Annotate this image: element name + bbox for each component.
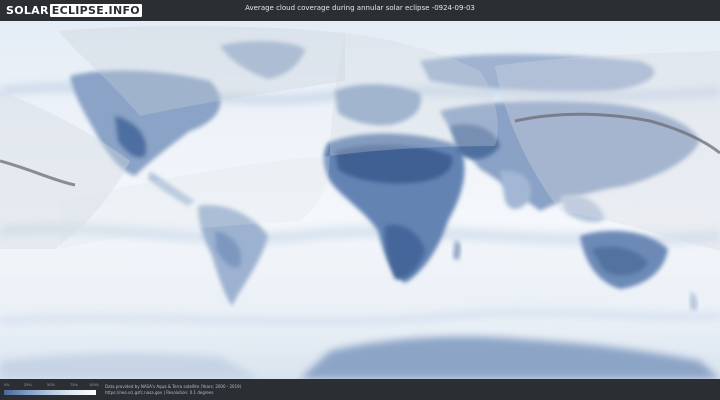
legend-tick-50: 50% (47, 383, 55, 387)
solar-eclipse-logo[interactable]: SOLAR ECLIPSE.INFO (6, 3, 142, 18)
legend-tick-100: 100% (89, 383, 100, 387)
credit-line-2[interactable]: https://neo.sci.gsfc.nasa.gov | Resoluti… (105, 390, 241, 396)
footer-bar: 0% 25% 50% 75% 100% Data provided by NAS… (0, 379, 720, 400)
legend-tick-labels: 0% 25% 50% 75% 100% (4, 383, 100, 389)
page-title: Average cloud coverage during annular so… (245, 4, 475, 12)
logo-eclipse-text: ECLIPSE.INFO (49, 4, 142, 17)
world-map-svg (0, 21, 720, 379)
legend-tick-75: 75% (70, 383, 78, 387)
logo-solar-text: SOLAR (6, 4, 49, 17)
legend-tick-25: 25% (24, 383, 32, 387)
header-bar: SOLAR ECLIPSE.INFO Average cloud coverag… (0, 0, 720, 21)
cloud-coverage-legend (4, 390, 96, 395)
legend-tick-0: 0% (4, 383, 10, 387)
data-credit: Data provided by NASA's Aqua & Terra sat… (105, 384, 241, 396)
cloud-coverage-map (0, 21, 720, 379)
